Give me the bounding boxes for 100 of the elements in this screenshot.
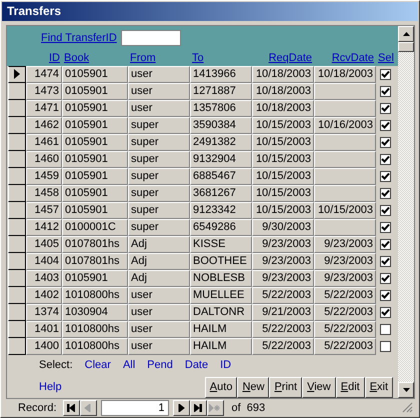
receive-date-cell: 9/23/2003 xyxy=(314,236,376,252)
receive-date-cell: 9/23/2003 xyxy=(314,252,376,270)
book-cell: 0105901 xyxy=(62,270,128,286)
to-cell: 1357806 xyxy=(190,100,252,116)
scroll-thumb[interactable] xyxy=(398,42,414,52)
select-link[interactable]: Pend xyxy=(147,358,173,370)
id-cell: 1459 xyxy=(26,168,62,184)
from-cell: user xyxy=(128,304,190,320)
select-checkbox[interactable] xyxy=(380,324,390,334)
command-button[interactable]: View xyxy=(302,376,336,398)
record-selector[interactable] xyxy=(8,270,26,286)
record-selector[interactable] xyxy=(8,116,26,134)
record-selector[interactable] xyxy=(8,202,26,218)
book-cell: 0105901 xyxy=(62,150,128,168)
record-selector[interactable] xyxy=(8,338,26,354)
record-selector[interactable] xyxy=(8,150,26,168)
select-checkbox[interactable] xyxy=(380,290,390,300)
from-cell: super xyxy=(128,116,190,134)
select-checkbox[interactable] xyxy=(380,86,390,96)
record-selector[interactable] xyxy=(8,320,26,338)
select-checkbox[interactable] xyxy=(380,306,390,318)
record-selector[interactable] xyxy=(8,184,26,202)
select-checkbox[interactable] xyxy=(380,68,390,80)
request-date-cell: 10/15/2003 xyxy=(252,134,314,150)
request-date-cell: 5/22/2003 xyxy=(252,338,314,354)
record-selector[interactable] xyxy=(8,100,26,116)
select-link[interactable]: All xyxy=(122,358,136,370)
column-header-link[interactable]: Book xyxy=(62,52,128,64)
to-cell: DALTONR xyxy=(190,304,252,320)
command-button[interactable]: Edit xyxy=(336,376,365,398)
request-date-cell: 9/23/2003 xyxy=(252,236,314,252)
first-record-button[interactable] xyxy=(62,400,80,416)
to-cell: 6549286 xyxy=(190,218,252,236)
record-selector[interactable] xyxy=(8,252,26,270)
find-transferid-field[interactable] xyxy=(120,30,181,46)
command-button[interactable]: New xyxy=(237,376,270,398)
book-cell: 0105901 xyxy=(62,202,128,218)
select-link[interactable]: Clear xyxy=(84,358,111,370)
column-header-link[interactable]: To xyxy=(190,52,252,64)
receive-date-cell xyxy=(314,184,376,202)
column-header-link[interactable]: RcvDate xyxy=(314,52,376,64)
id-cell: 1458 xyxy=(26,184,62,202)
record-selector[interactable] xyxy=(8,236,26,252)
select-checkbox[interactable] xyxy=(380,188,390,198)
select-checkbox[interactable] xyxy=(380,102,390,114)
next-record-button[interactable] xyxy=(172,400,190,416)
record-selector[interactable] xyxy=(8,286,26,304)
request-date-cell: 5/22/2003 xyxy=(252,320,314,338)
book-cell: 0105901 xyxy=(62,66,128,82)
command-button[interactable]: Print xyxy=(269,376,302,398)
id-cell: 1400 xyxy=(26,338,62,354)
record-selector[interactable] xyxy=(8,218,26,236)
book-cell: 1010800hs xyxy=(62,338,128,354)
select-link[interactable]: ID xyxy=(220,358,232,370)
from-cell: Adj xyxy=(128,252,190,270)
select-checkbox[interactable] xyxy=(380,272,390,284)
request-date-cell: 10/18/2003 xyxy=(252,100,314,116)
help-link[interactable]: Help xyxy=(39,381,62,393)
id-cell: 1401 xyxy=(26,320,62,338)
find-transferid-link[interactable]: Find TransferID xyxy=(41,32,117,44)
current-record-icon xyxy=(14,69,20,79)
record-of-label: of xyxy=(232,402,241,414)
column-header-link[interactable]: Sel xyxy=(376,52,394,64)
select-checkbox[interactable] xyxy=(380,120,390,130)
select-checkbox[interactable] xyxy=(380,340,390,352)
select-checkbox[interactable] xyxy=(380,136,390,148)
select-checkbox[interactable] xyxy=(380,222,390,232)
column-header-link[interactable]: ID xyxy=(26,52,62,64)
from-cell: user xyxy=(128,82,190,100)
request-date-cell: 5/22/2003 xyxy=(252,286,314,304)
record-selector[interactable] xyxy=(8,168,26,184)
request-date-cell: 9/23/2003 xyxy=(252,270,314,286)
receive-date-cell: 5/22/2003 xyxy=(314,286,376,304)
book-cell: 1010800hs xyxy=(62,286,128,304)
record-selector[interactable] xyxy=(8,134,26,150)
select-checkbox[interactable] xyxy=(380,170,390,182)
select-checkbox[interactable] xyxy=(380,204,390,216)
select-checkbox[interactable] xyxy=(380,154,390,164)
select-checkbox[interactable] xyxy=(380,256,390,266)
receive-date-cell: 10/18/2003 xyxy=(314,66,376,82)
scroll-down-button[interactable] xyxy=(398,382,414,398)
from-cell: super xyxy=(128,184,190,202)
record-selector[interactable] xyxy=(8,66,26,82)
last-record-button[interactable] xyxy=(190,400,207,416)
record-total: 693 xyxy=(246,402,266,414)
receive-date-cell: 10/15/2003 xyxy=(314,202,376,218)
id-cell: 1405 xyxy=(26,236,62,252)
column-header-link[interactable]: ReqDate xyxy=(252,52,314,64)
record-selector[interactable] xyxy=(8,82,26,100)
column-header-link[interactable]: From xyxy=(128,52,190,64)
command-button[interactable]: Auto xyxy=(204,376,238,398)
command-button[interactable]: Exit xyxy=(364,376,394,398)
record-number-field[interactable]: 1 xyxy=(100,400,169,416)
record-selector[interactable] xyxy=(8,304,26,320)
id-cell: 1461 xyxy=(26,134,62,150)
vertical-scrollbar[interactable] xyxy=(398,26,414,398)
scroll-up-button[interactable] xyxy=(398,26,414,42)
id-cell: 1460 xyxy=(26,150,62,168)
select-link[interactable]: Date xyxy=(184,358,208,370)
select-checkbox[interactable] xyxy=(380,238,390,250)
